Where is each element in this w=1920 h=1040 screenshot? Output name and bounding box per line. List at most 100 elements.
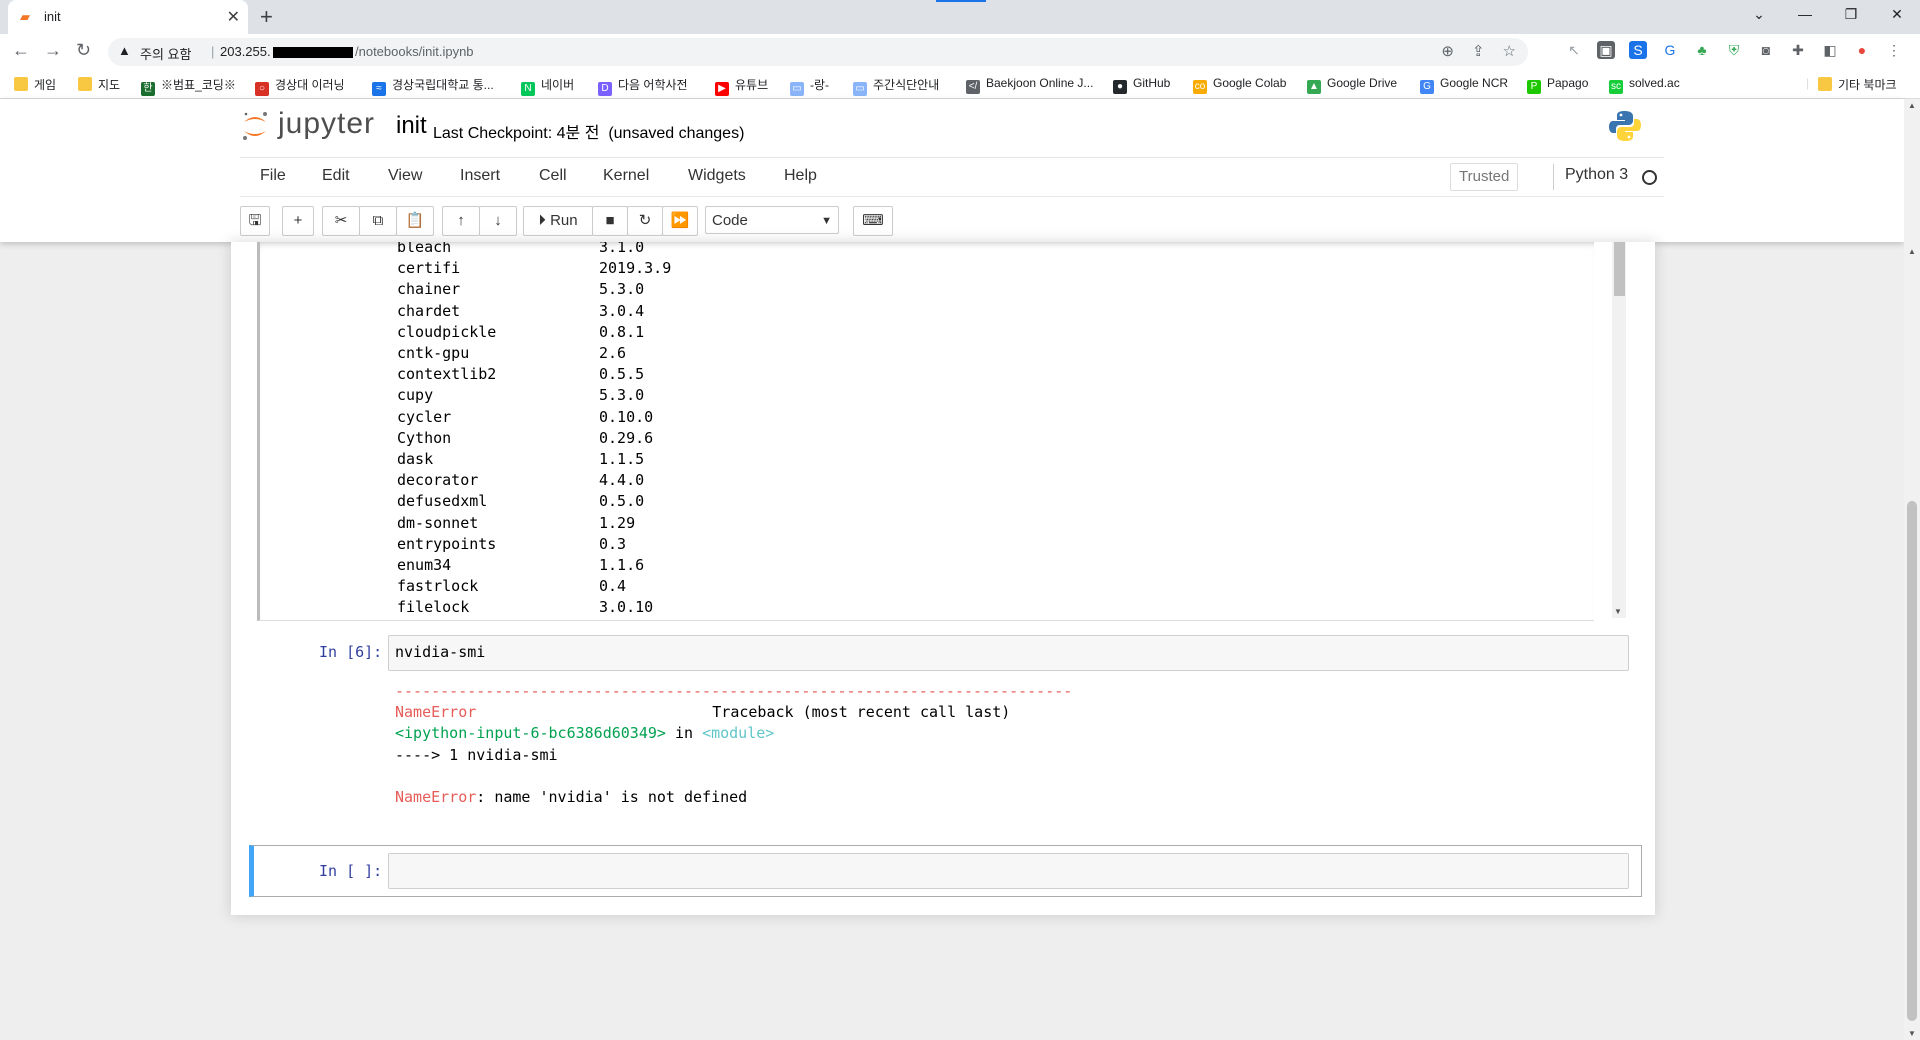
browser-tab[interactable]: ▰ init ✕ <box>8 0 248 34</box>
bookmark-item[interactable]: P Papago <box>1527 76 1588 94</box>
page-scroll-up-arrow-icon[interactable]: ▲ <box>1908 247 1916 256</box>
minimize-icon[interactable]: — <box>1782 0 1828 30</box>
package-name: contextlib2 <box>397 365 497 384</box>
back-icon[interactable]: ← <box>12 40 30 61</box>
cell-type-select[interactable]: Code ▼ <box>705 206 839 234</box>
cut-icon[interactable]: ✂ <box>322 206 360 236</box>
bookmark-item[interactable]: ▭ 주간식단안내 <box>853 76 939 96</box>
interrupt-kernel-icon[interactable]: ■ <box>592 206 628 236</box>
extension-evernote-icon[interactable]: ♣ <box>1693 41 1711 59</box>
url-separator: | <box>211 44 215 59</box>
extension-s-icon[interactable]: S <box>1629 41 1647 59</box>
ipython-input-ref: <ipython-input-6-bc6386d60349> <box>395 724 666 743</box>
extension-shield-icon[interactable]: ⛨ <box>1725 41 1743 59</box>
profile-avatar-icon[interactable]: ● <box>1853 41 1871 59</box>
extension-screenshot-icon[interactable]: ▣ <box>1597 41 1615 59</box>
bookmark-item[interactable]: G Google NCR <box>1420 76 1508 94</box>
package-name: cloudpickle <box>397 322 497 341</box>
page-scroll-up-icon[interactable]: ▲ <box>1908 101 1916 110</box>
zoom-icon[interactable]: ⊕ <box>1441 42 1454 60</box>
output-scrollbar[interactable]: ▼ <box>1612 242 1626 618</box>
extensions-puzzle-icon[interactable]: ✚ <box>1789 41 1807 59</box>
address-bar[interactable]: ▲ 주의 요함 | 203.255. /notebooks/init.ipynb… <box>108 38 1528 66</box>
bookmark-item[interactable]: </ Baekjoon Online J... <box>966 76 1093 94</box>
menu-insert[interactable]: Insert <box>460 167 500 185</box>
cell-6-input[interactable]: nvidia-smi <box>388 635 1629 671</box>
run-button[interactable]: ⏵ Run <box>523 206 593 236</box>
paste-icon[interactable]: 📋 <box>396 206 434 236</box>
bookmark-item[interactable]: 게임 <box>14 76 56 93</box>
google-icon: G <box>1420 80 1434 94</box>
command-palette-keyboard-icon[interactable]: ⌨ <box>853 206 893 236</box>
menu-edit[interactable]: Edit <box>322 167 350 185</box>
bookmark-item[interactable]: ▶ 유튜브 <box>715 76 768 96</box>
browser-menu-icon[interactable]: ⋮ <box>1885 41 1903 59</box>
new-tab-button[interactable]: + <box>260 4 273 30</box>
run-icon: ⏵ <box>538 212 546 229</box>
reload-icon[interactable]: ↻ <box>76 40 91 61</box>
restart-run-all-icon[interactable]: ⏩ <box>662 206 698 236</box>
bookmark-label: 네이버 <box>541 78 575 92</box>
package-list: bleach 3.1.0 certifi 2019.3.9 chainer 5.3.0 ch… <box>397 242 671 619</box>
bookmark-item[interactable]: ≈ 경상국립대학교 통... <box>372 76 494 96</box>
package-name: decorator <box>397 471 479 490</box>
trusted-badge[interactable]: Trusted <box>1450 163 1519 191</box>
menu-help[interactable]: Help <box>784 167 817 185</box>
page-scroll-down-icon[interactable]: ▼ <box>1908 1029 1916 1038</box>
output-scroll-down-icon[interactable]: ▼ <box>1614 607 1622 616</box>
bookmark-item[interactable]: 지도 <box>78 76 120 93</box>
bookmark-item[interactable]: D 다음 어학사전 <box>598 76 688 96</box>
menu-kernel[interactable]: Kernel <box>603 167 649 185</box>
page-scrollbar[interactable]: ▲ ▲ ▼ <box>1904 99 1920 1040</box>
package-name: defusedxml <box>397 492 488 511</box>
extension-translate-icon[interactable]: G <box>1661 41 1679 59</box>
bookmark-item[interactable]: ▭ -랑- <box>790 76 829 96</box>
page-scrollbar-thumb[interactable] <box>1907 501 1917 1021</box>
copy-icon[interactable]: ⧉ <box>359 206 397 236</box>
menu-widgets[interactable]: Widgets <box>688 167 746 185</box>
close-window-icon[interactable]: ✕ <box>1874 0 1920 30</box>
bookmark-item[interactable]: ○ 경상대 이러닝 <box>255 76 345 96</box>
bookmark-item[interactable]: N 네이버 <box>521 76 574 96</box>
cell-type-value: Code <box>712 212 748 229</box>
package-name: enum34 <box>397 556 452 575</box>
extension-camera-icon[interactable]: ◙ <box>1757 41 1775 59</box>
menu-view[interactable]: View <box>388 167 422 185</box>
package-row: contextlib2 0.5.5 <box>397 364 671 385</box>
bookmark-item[interactable]: 기타 북마크 <box>1818 76 1897 93</box>
share-icon[interactable]: ⇪ <box>1472 42 1485 60</box>
bookmark-item[interactable]: 한 ※범표_코딩※ <box>141 76 236 96</box>
package-version: 0.8.1 <box>599 322 645 341</box>
bookmark-item[interactable]: co Google Colab <box>1193 76 1286 94</box>
output-scrollbar-thumb[interactable] <box>1614 242 1625 296</box>
insert-cell-below-icon[interactable]: + <box>282 206 314 236</box>
tab-search-icon[interactable]: ⌄ <box>1736 0 1782 30</box>
bookmark-item[interactable]: ▲ Google Drive <box>1307 76 1397 94</box>
run-label: Run <box>550 212 578 229</box>
move-down-icon[interactable]: ↓ <box>479 206 517 236</box>
package-name: dm-sonnet <box>397 513 479 532</box>
package-row: Cython 0.29.6 <box>397 428 671 449</box>
package-version: 0.3 <box>599 534 627 553</box>
restart-kernel-icon[interactable]: ↻ <box>627 206 663 236</box>
menu-cell[interactable]: Cell <box>539 167 567 185</box>
notebook-name[interactable]: init <box>396 112 427 140</box>
package-row: entrypoints 0.3 <box>397 534 671 555</box>
move-up-icon[interactable]: ↑ <box>442 206 480 236</box>
menu-file[interactable]: File <box>260 167 286 185</box>
bookmark-star-icon[interactable]: ☆ <box>1503 42 1516 60</box>
bookmark-item[interactable]: sc solved.ac <box>1609 76 1680 94</box>
extension-cursor-icon[interactable]: ↖ <box>1565 41 1583 59</box>
jupyter-favicon-icon: ▰ <box>20 9 30 24</box>
daum-icon: D <box>598 82 612 96</box>
restore-icon[interactable]: ❐ <box>1828 0 1874 30</box>
url-host: 203.255. <box>220 44 271 59</box>
close-tab-icon[interactable]: ✕ <box>227 7 240 27</box>
bookmark-item[interactable]: ● GitHub <box>1113 76 1170 94</box>
jupyter-logo-icon[interactable] <box>240 109 270 143</box>
side-panel-icon[interactable]: ◧ <box>1821 41 1839 59</box>
empty-cell-input[interactable] <box>388 853 1629 889</box>
forward-icon[interactable]: → <box>44 40 62 61</box>
save-icon[interactable]: 🖫 <box>240 206 270 236</box>
scrolled-output-area[interactable]: bleach 3.1.0 certifi 2019.3.9 chainer 5.3.0 ch… <box>257 242 1594 621</box>
